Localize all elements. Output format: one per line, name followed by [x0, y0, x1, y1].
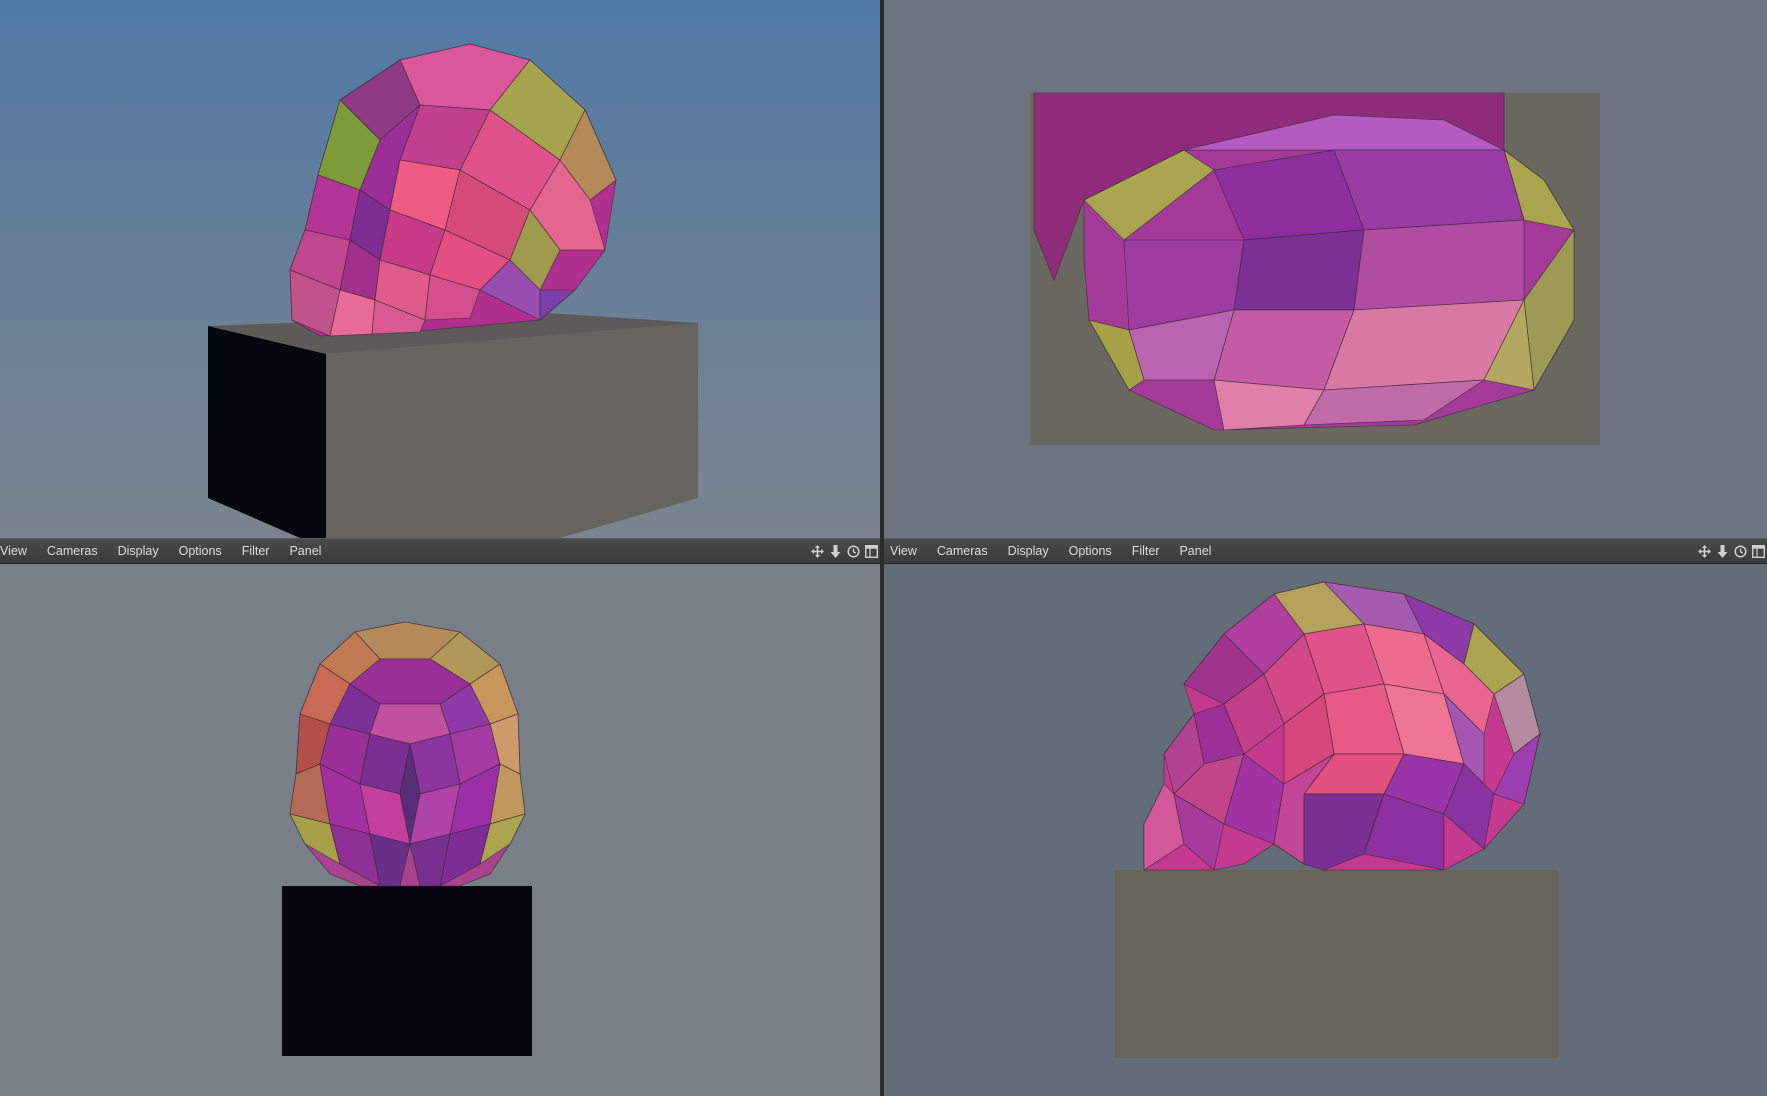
- menubar-right: View Cameras Display Options Filter Pane…: [884, 538, 1767, 564]
- layout-icon[interactable]: [1751, 544, 1765, 558]
- pedestal-front: [282, 886, 532, 1056]
- skull-model-side: [1143, 581, 1541, 871]
- menu-filter[interactable]: Filter: [232, 544, 280, 558]
- viewport-tools-left: [810, 544, 878, 558]
- menu-panel[interactable]: Panel: [279, 544, 331, 558]
- down-arrow-icon[interactable]: [1715, 544, 1729, 558]
- menu-display[interactable]: Display: [108, 544, 169, 558]
- menu-cameras[interactable]: Cameras: [37, 544, 108, 558]
- viewport-side[interactable]: [884, 564, 1767, 1096]
- pedestal-box: [208, 313, 698, 538]
- side-scene: [1115, 581, 1559, 1058]
- pedestal-side: [1115, 870, 1559, 1058]
- skull-model: [289, 43, 617, 337]
- menu-view[interactable]: View: [884, 544, 927, 558]
- move-icon[interactable]: [1697, 544, 1711, 558]
- menu-options[interactable]: Options: [169, 544, 232, 558]
- menu-panel[interactable]: Panel: [1169, 544, 1221, 558]
- front-scene: [282, 621, 532, 1056]
- menu-options[interactable]: Options: [1059, 544, 1122, 558]
- viewport-tools-right: [1697, 544, 1765, 558]
- viewport-top[interactable]: [884, 0, 1767, 538]
- top-scene: [1030, 92, 1600, 445]
- clock-icon[interactable]: [846, 544, 860, 558]
- perspective-scene: [208, 43, 698, 538]
- layout-icon[interactable]: [864, 544, 878, 558]
- clock-icon[interactable]: [1733, 544, 1747, 558]
- move-icon[interactable]: [810, 544, 824, 558]
- menubar-left: View Cameras Display Options Filter Pane…: [0, 538, 880, 564]
- menu-cameras[interactable]: Cameras: [927, 544, 998, 558]
- viewport-perspective[interactable]: [0, 0, 880, 538]
- skull-model-front: [289, 621, 526, 887]
- menu-view[interactable]: View: [0, 544, 37, 558]
- viewport-front[interactable]: [0, 564, 880, 1096]
- menu-display[interactable]: Display: [998, 544, 1059, 558]
- down-arrow-icon[interactable]: [828, 544, 842, 558]
- menu-filter[interactable]: Filter: [1122, 544, 1170, 558]
